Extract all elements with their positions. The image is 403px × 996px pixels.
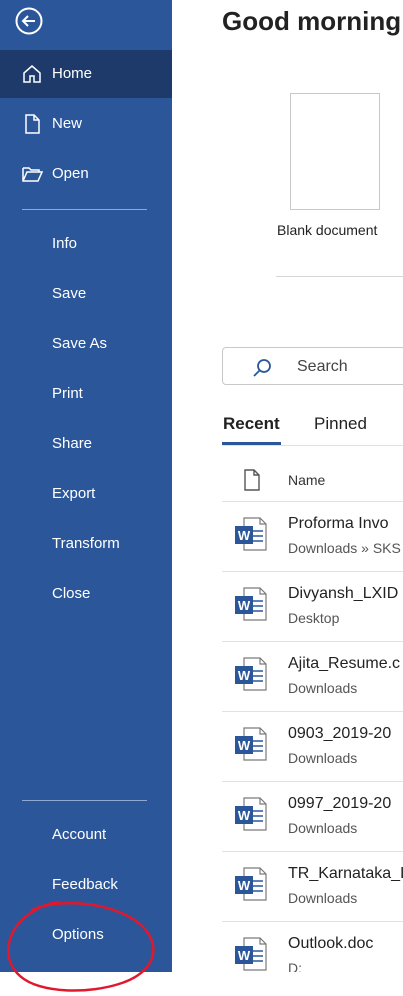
- sidebar-item-label: Account: [52, 826, 107, 843]
- sidebar-item-label: Export: [52, 485, 96, 502]
- file-type-icon: [244, 469, 260, 491]
- recent-file-row[interactable]: W Ajita_Resume.c Downloads: [222, 641, 403, 711]
- sidebar-divider: [22, 800, 147, 801]
- svg-text:W: W: [238, 878, 251, 893]
- sidebar-item-open[interactable]: Open: [0, 150, 172, 198]
- file-path: Downloads: [288, 890, 358, 906]
- section-divider: [276, 276, 403, 277]
- sidebar-item-label: Save As: [52, 335, 108, 352]
- word-document-icon: W: [235, 517, 267, 551]
- column-name-header[interactable]: Name: [288, 472, 325, 488]
- svg-text:W: W: [238, 668, 251, 683]
- search-icon: [253, 359, 271, 377]
- sidebar-divider: [22, 209, 147, 210]
- file-path: Downloads: [288, 820, 358, 836]
- word-document-icon: W: [235, 587, 267, 621]
- home-icon: [23, 65, 41, 83]
- sidebar-item-close[interactable]: Close: [0, 570, 172, 618]
- new-document-icon: [25, 114, 40, 134]
- search-box[interactable]: Search: [222, 347, 403, 385]
- back-arrow-icon: [15, 7, 43, 35]
- recent-file-row[interactable]: W TR_Karnataka_L Downloads: [222, 851, 403, 921]
- svg-text:W: W: [238, 808, 251, 823]
- word-document-icon: W: [235, 727, 267, 761]
- template-label: Blank document: [277, 222, 378, 238]
- file-name: TR_Karnataka_L: [288, 865, 403, 882]
- sidebar-item-print[interactable]: Print: [0, 370, 172, 418]
- recent-file-row[interactable]: W 0997_2019-20 Downloads: [222, 781, 403, 851]
- sidebar-item-transform[interactable]: Transform: [0, 520, 172, 568]
- file-path: Downloads: [288, 750, 358, 766]
- tab-active-indicator: [222, 442, 281, 445]
- page-title: Good morning: [222, 6, 402, 36]
- sidebar-item-label: Home: [52, 65, 93, 82]
- file-name: 0997_2019-20: [288, 795, 392, 812]
- sidebar-item-export[interactable]: Export: [0, 470, 172, 518]
- sidebar: Home New Open Info Save Save As Print Sh…: [0, 0, 172, 972]
- sidebar-item-label: Feedback: [52, 876, 118, 893]
- sidebar-item-label: Save: [52, 285, 87, 302]
- back-button[interactable]: [14, 6, 44, 36]
- sidebar-item-info[interactable]: Info: [0, 220, 172, 268]
- sidebar-item-save-as[interactable]: Save As: [0, 320, 172, 368]
- word-document-icon: W: [235, 937, 267, 971]
- file-name: Proforma Invo: [288, 515, 389, 532]
- sidebar-item-label: New: [52, 115, 83, 132]
- svg-text:W: W: [238, 948, 251, 963]
- svg-text:W: W: [238, 738, 251, 753]
- folder-open-icon: [22, 167, 43, 182]
- search-placeholder: Search: [297, 358, 348, 375]
- sidebar-item-share[interactable]: Share: [0, 420, 172, 468]
- recent-file-row[interactable]: W Divyansh_LXID Desktop: [222, 571, 403, 641]
- word-document-icon: W: [235, 867, 267, 901]
- recent-file-row[interactable]: W Proforma Invo Downloads » SKS: [222, 501, 403, 571]
- tab-recent[interactable]: Recent: [223, 414, 280, 434]
- file-name: Outlook.doc: [288, 935, 374, 952]
- file-path: Desktop: [288, 610, 340, 626]
- word-document-icon: W: [235, 797, 267, 831]
- file-path: Downloads » SKS: [288, 540, 401, 556]
- tab-pinned[interactable]: Pinned: [314, 414, 367, 434]
- list-header: Name: [222, 461, 403, 499]
- svg-text:W: W: [238, 598, 251, 613]
- file-name: 0903_2019-20: [288, 725, 392, 742]
- file-path: Downloads: [288, 680, 358, 696]
- svg-text:W: W: [238, 528, 251, 543]
- sidebar-item-save[interactable]: Save: [0, 270, 172, 318]
- red-circle-annotation: [7, 900, 155, 992]
- sidebar-item-home[interactable]: Home: [0, 50, 172, 98]
- file-name: Ajita_Resume.c: [288, 655, 401, 672]
- sidebar-item-label: Print: [52, 385, 83, 402]
- sidebar-item-new[interactable]: New: [0, 100, 172, 148]
- blank-document-template[interactable]: [290, 93, 380, 210]
- recent-file-row[interactable]: W 0903_2019-20 Downloads: [222, 711, 403, 781]
- sidebar-item-label: Close: [52, 585, 91, 602]
- sidebar-item-label: Share: [52, 435, 93, 452]
- sidebar-item-label: Open: [52, 165, 89, 182]
- sidebar-item-label: Transform: [52, 535, 120, 552]
- file-name: Divyansh_LXID: [288, 585, 399, 602]
- tab-divider: [222, 445, 403, 446]
- sidebar-item-label: Info: [52, 235, 78, 252]
- word-document-icon: W: [235, 657, 267, 691]
- sidebar-item-account[interactable]: Account: [0, 811, 172, 859]
